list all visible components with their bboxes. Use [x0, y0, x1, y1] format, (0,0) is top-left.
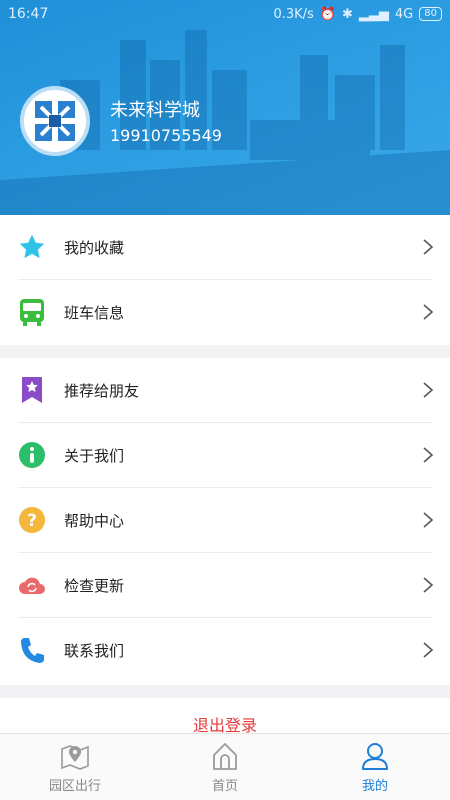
chevron-right-icon	[423, 577, 434, 593]
menu-item-check-update[interactable]: 检查更新	[0, 553, 450, 618]
alarm-icon: ⏰	[319, 6, 336, 22]
battery-indicator: 80	[419, 7, 442, 21]
map-pin-icon	[61, 744, 89, 770]
chevron-right-icon	[423, 642, 434, 658]
user-phone: 19910755549	[110, 126, 222, 145]
menu-item-favorites[interactable]: 我的收藏	[0, 215, 450, 280]
signal-icon: ▂▃▅	[358, 6, 389, 22]
bookmark-star-icon	[18, 376, 46, 404]
menu-group-secondary: 推荐给朋友 关于我们 ? 帮助中心 检查更新 联系我们	[0, 358, 450, 685]
svg-text:?: ?	[27, 511, 37, 531]
info-icon	[18, 441, 46, 469]
bluetooth-icon: ✱	[342, 6, 353, 22]
logo-icon	[29, 95, 81, 147]
user-name: 未来科学城	[110, 100, 200, 121]
cloud-refresh-icon	[18, 571, 46, 599]
chevron-right-icon	[423, 239, 434, 255]
menu-item-help[interactable]: ? 帮助中心	[0, 488, 450, 553]
avatar[interactable]	[20, 86, 90, 156]
menu-item-contact[interactable]: 联系我们	[0, 618, 450, 683]
phone-icon	[18, 636, 46, 664]
menu-item-recommend[interactable]: 推荐给朋友	[0, 358, 450, 423]
menu-label: 联系我们	[64, 642, 125, 660]
status-time: 16:47	[8, 6, 49, 22]
menu-label: 检查更新	[64, 577, 125, 595]
menu-group-primary: 我的收藏 班车信息	[0, 215, 450, 345]
star-icon	[18, 233, 46, 261]
nav-label: 首页	[211, 778, 238, 794]
profile-header: 16:47 0.3K/s ⏰ ✱ ▂▃▅ 4G 80 未来科学城 1991075…	[0, 0, 450, 215]
bottom-nav: 园区出行 首页 我的	[0, 733, 450, 800]
bus-icon	[18, 298, 46, 326]
chevron-right-icon	[423, 512, 434, 528]
status-right: 0.3K/s ⏰ ✱ ▂▃▅ 4G 80	[273, 7, 442, 22]
chevron-right-icon	[423, 304, 434, 320]
nav-label: 园区出行	[48, 778, 101, 794]
network-type: 4G	[394, 6, 414, 22]
nav-item-park-travel[interactable]: 园区出行	[0, 734, 150, 800]
question-icon: ?	[18, 506, 46, 534]
menu-item-about[interactable]: 关于我们	[0, 423, 450, 488]
menu-label: 班车信息	[64, 304, 125, 322]
status-bar: 16:47 0.3K/s ⏰ ✱ ▂▃▅ 4G 80	[0, 0, 450, 28]
menu-label: 关于我们	[64, 447, 125, 465]
menu-item-bus-info[interactable]: 班车信息	[0, 280, 450, 345]
nav-item-home[interactable]: 首页	[150, 734, 300, 800]
network-speed: 0.3K/s	[273, 6, 314, 22]
user-icon	[362, 742, 388, 770]
menu-label: 推荐给朋友	[64, 382, 140, 400]
menu-label: 帮助中心	[64, 512, 125, 530]
menu-label: 我的收藏	[64, 239, 125, 257]
nav-label: 我的	[361, 778, 388, 794]
nav-item-mine[interactable]: 我的	[300, 734, 450, 800]
home-icon	[213, 742, 237, 770]
chevron-right-icon	[423, 447, 434, 463]
chevron-right-icon	[423, 382, 434, 398]
